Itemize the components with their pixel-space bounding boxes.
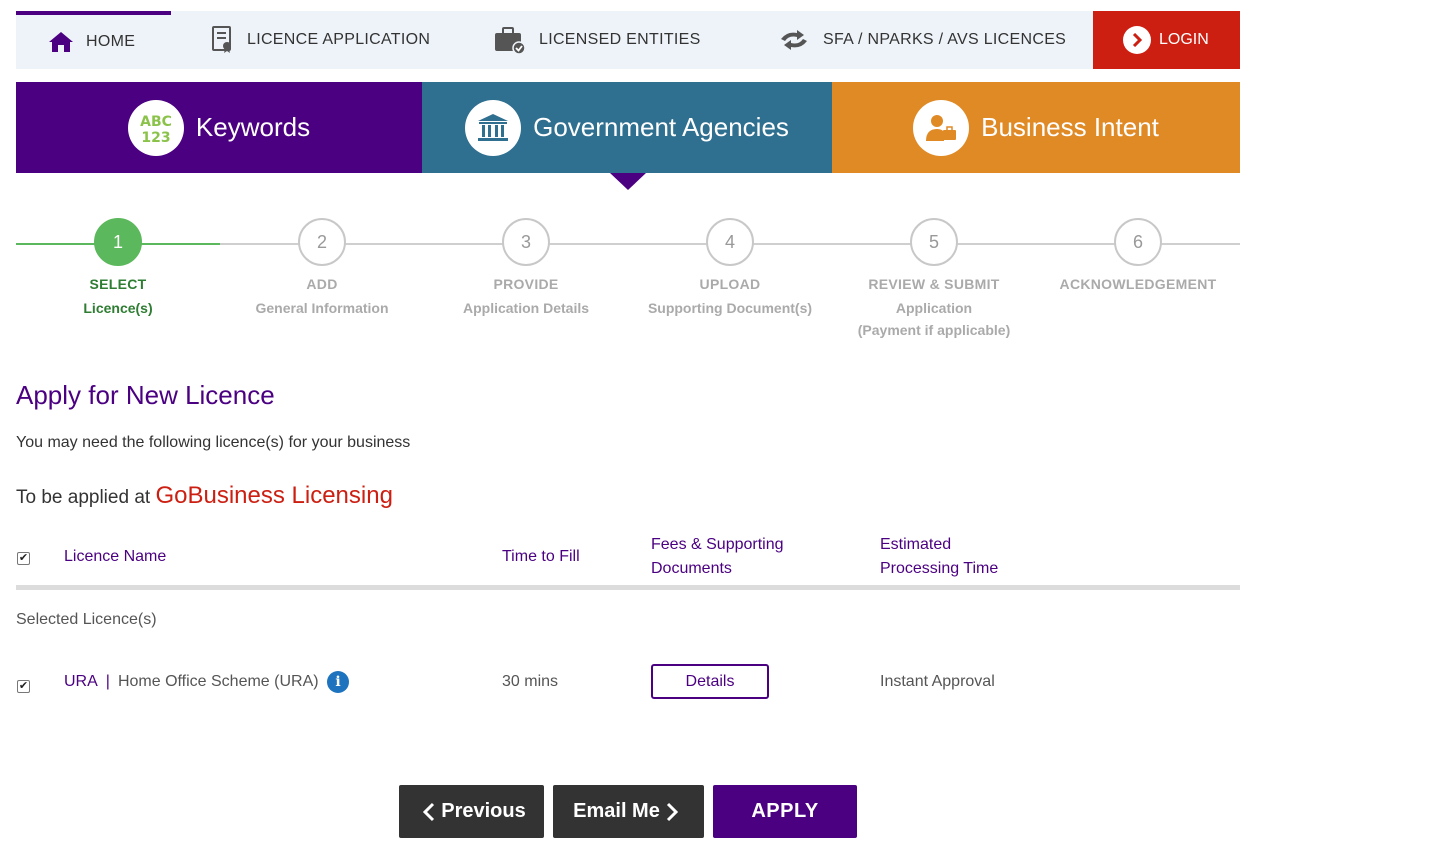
login-button[interactable]: LOGIN — [1093, 11, 1240, 69]
licence-table-header: ✔ Licence Name Time to Fill Fees & Suppo… — [16, 530, 1240, 590]
select-all-checkbox[interactable]: ✔ — [17, 552, 30, 565]
licence-checkbox[interactable]: ✔ — [17, 680, 30, 693]
briefcase-check-icon — [493, 25, 527, 55]
abc-123-icon: ABC 123 — [127, 99, 184, 156]
header-fees-line2: Documents — [651, 560, 732, 577]
step-title: UPLOAD — [699, 276, 761, 292]
government-building-icon — [465, 99, 522, 156]
step-select: 1 SELECT Licence(s) — [16, 218, 220, 316]
chevron-right-icon — [1123, 26, 1151, 54]
step-subtitle: Licence(s) — [83, 300, 153, 316]
header-fees-line1: Fees & Supporting — [651, 536, 784, 553]
email-me-label: Email Me — [573, 800, 660, 822]
header-processing-time: Estimated Processing Time — [880, 533, 998, 581]
header-time-to-fill: Time to Fill — [502, 548, 580, 565]
step-acknowledgement: 6 ACKNOWLEDGEMENT — [1036, 218, 1240, 292]
header-processing-line2: Processing Time — [880, 560, 999, 577]
step-title: SELECT — [89, 276, 147, 292]
tab-keywords[interactable]: ABC 123 Keywords — [16, 82, 422, 173]
step-upload: 4 UPLOAD Supporting Document(s) — [628, 218, 832, 316]
applied-at-brand: GoBusiness Licensing — [155, 482, 393, 509]
details-button[interactable]: Details — [651, 664, 769, 699]
step-number: 6 — [1114, 218, 1162, 266]
login-label: LOGIN — [1159, 31, 1209, 48]
info-icon[interactable]: i — [327, 670, 350, 693]
header-fees: Fees & Supporting Documents — [651, 533, 784, 581]
selected-licences-label: Selected Licence(s) — [16, 611, 157, 628]
progress-stepper: 1 SELECT Licence(s) 2 ADD General Inform… — [16, 218, 1240, 348]
search-mode-tabs: ABC 123 Keywords Government Agencies Busi… — [16, 82, 1240, 173]
page-subtitle: You may need the following licence(s) fo… — [16, 434, 411, 451]
chevron-left-icon — [423, 802, 435, 822]
step-number: 1 — [94, 218, 142, 266]
sync-arrows-icon — [777, 29, 811, 51]
tab-business-intent[interactable]: Business Intent — [832, 82, 1240, 173]
step-number: 4 — [706, 218, 754, 266]
svg-text:123: 123 — [141, 130, 170, 145]
step-number: 3 — [502, 218, 550, 266]
tab-business-label: Business Intent — [981, 112, 1159, 142]
step-title: ADD — [306, 276, 338, 292]
tab-government-label: Government Agencies — [533, 112, 789, 142]
step-number: 2 — [298, 218, 346, 266]
step-subtitle: Supporting Document(s) — [647, 300, 813, 316]
nav-sfa-licences[interactable]: SFA / NPARKS / AVS LICENCES — [741, 11, 1093, 69]
applied-at-prefix: To be applied at — [16, 487, 151, 508]
step-subtitle: General Information — [255, 300, 389, 316]
processing-time-value: Instant Approval — [880, 673, 995, 690]
step-title: REVIEW & SUBMIT — [868, 276, 1000, 292]
header-processing-line1: Estimated — [880, 536, 952, 553]
step-title: ACKNOWLEDGEMENT — [1059, 276, 1217, 292]
step-subtitle: Application Details — [462, 300, 590, 316]
certificate-icon — [211, 26, 235, 54]
step-note: (Payment if applicable) — [857, 322, 1011, 338]
nav-home-label: HOME — [86, 33, 136, 50]
nav-licence-application-label: LICENCE APPLICATION — [247, 31, 431, 48]
time-to-fill-value: 30 mins — [502, 673, 559, 690]
nav-home[interactable]: HOME — [16, 11, 171, 69]
licence-name-cell: URA | Home Office Scheme (URA) i — [64, 662, 350, 702]
header-licence-name: Licence Name — [64, 548, 167, 565]
email-me-button[interactable]: Email Me — [553, 785, 704, 838]
svg-text:ABC: ABC — [140, 114, 172, 130]
applied-at-heading: To be applied at GoBusiness Licensing — [16, 482, 393, 510]
step-review-submit: 5 REVIEW & SUBMIT Application (Payment i… — [832, 218, 1036, 338]
licence-agency[interactable]: URA — [64, 673, 98, 690]
chevron-right-icon — [666, 802, 678, 822]
nav-licensed-entities[interactable]: LICENSED ENTITIES — [441, 11, 741, 69]
apply-button[interactable]: APPLY — [713, 785, 857, 838]
active-tab-pointer — [610, 173, 646, 190]
licence-separator: | — [105, 673, 110, 690]
nav-licence-application[interactable]: LICENCE APPLICATION — [171, 11, 441, 69]
previous-label: Previous — [441, 800, 526, 822]
step-title: PROVIDE — [493, 276, 559, 292]
tab-government-agencies[interactable]: Government Agencies — [422, 82, 832, 173]
top-nav: HOME LICENCE APPLICATION LICENSED ENTITI… — [16, 11, 1240, 69]
home-icon — [48, 31, 74, 53]
step-subtitle: Application — [895, 300, 973, 316]
previous-button[interactable]: Previous — [399, 785, 544, 838]
licence-name: Home Office Scheme (URA) — [117, 673, 319, 690]
nav-licensed-entities-label: LICENSED ENTITIES — [539, 31, 701, 48]
step-number: 5 — [910, 218, 958, 266]
page-title: Apply for New Licence — [16, 380, 275, 410]
step-provide: 3 PROVIDE Application Details — [424, 218, 628, 316]
table-row: ✔ URA | Home Office Scheme (URA) i 30 mins… — [16, 662, 1240, 702]
businessperson-icon — [913, 99, 970, 156]
step-add: 2 ADD General Information — [220, 218, 424, 316]
nav-sfa-label: SFA / NPARKS / AVS LICENCES — [823, 31, 1067, 48]
tab-keywords-label: Keywords — [195, 112, 311, 142]
